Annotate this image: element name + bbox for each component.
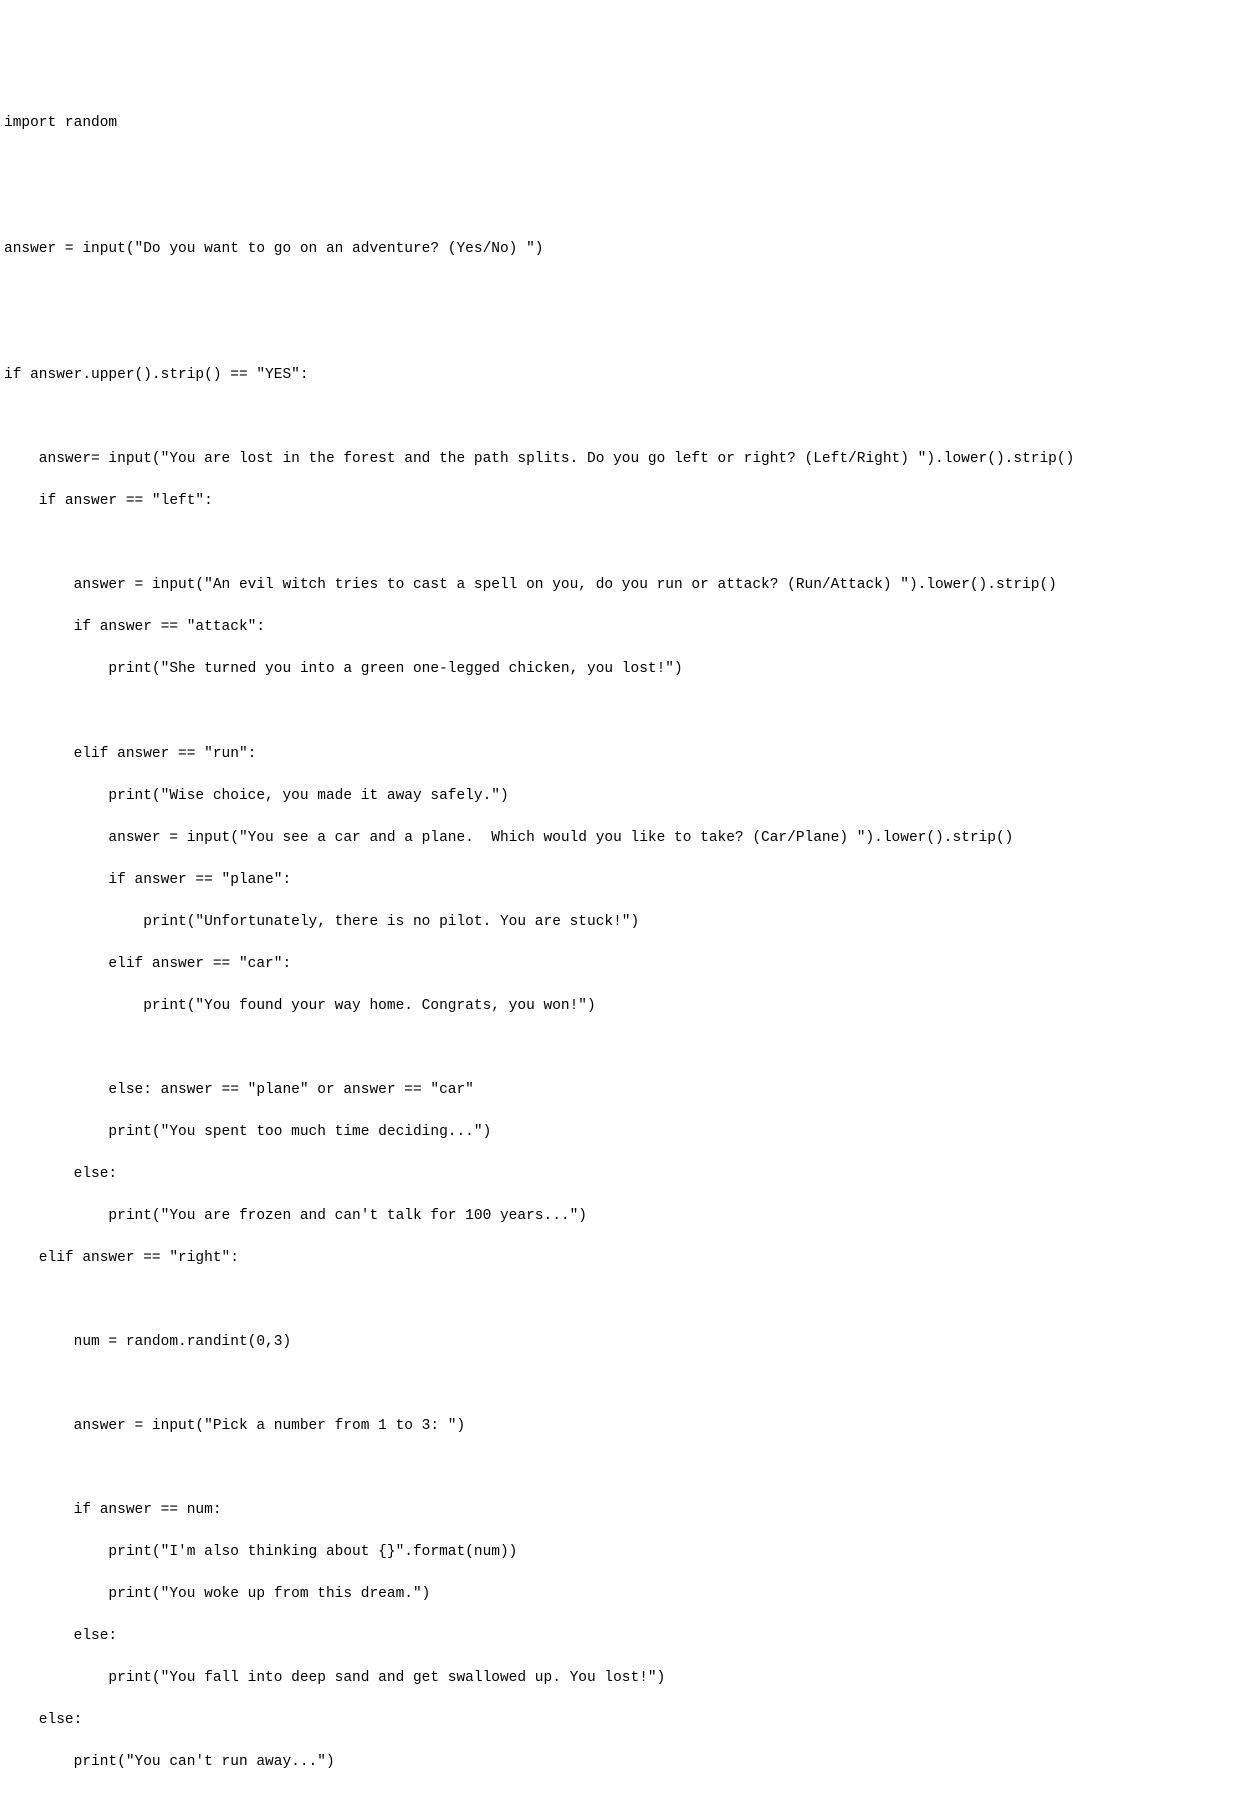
- code-line: print("You spent too much time deciding.…: [4, 1122, 1237, 1143]
- code-line: print("I'm also thinking about {}".forma…: [4, 1542, 1237, 1563]
- code-line: answer = input("You see a car and a plan…: [4, 828, 1237, 849]
- code-line: else:: [4, 1164, 1237, 1185]
- code-line: print("Unfortunately, there is no pilot.…: [4, 912, 1237, 933]
- code-line: [4, 197, 1237, 218]
- code-line: if answer == "left":: [4, 491, 1237, 512]
- code-line: import random: [4, 113, 1237, 134]
- code-line: print("You can't run away..."): [4, 1752, 1237, 1773]
- code-line: if answer == num:: [4, 1500, 1237, 1521]
- code-line: else: answer == "plane" or answer == "ca…: [4, 1080, 1237, 1101]
- code-line: [4, 323, 1237, 344]
- code-line: else:: [4, 1626, 1237, 1647]
- code-line: [4, 1374, 1237, 1395]
- code-line: print("You are frozen and can't talk for…: [4, 1206, 1237, 1227]
- code-block: import random answer = input("Do you wan…: [4, 92, 1237, 1794]
- code-line: elif answer == "car":: [4, 954, 1237, 975]
- code-line: if answer == "attack":: [4, 617, 1237, 638]
- code-line: if answer == "plane":: [4, 870, 1237, 891]
- code-line: print("You fall into deep sand and get s…: [4, 1668, 1237, 1689]
- code-line: [4, 155, 1237, 176]
- code-line: print("Wise choice, you made it away saf…: [4, 786, 1237, 807]
- code-line: answer= input("You are lost in the fores…: [4, 449, 1237, 470]
- code-line: elif answer == "right":: [4, 1248, 1237, 1269]
- code-line: print("She turned you into a green one-l…: [4, 659, 1237, 680]
- code-line: elif answer == "run":: [4, 744, 1237, 765]
- code-line: [4, 281, 1237, 302]
- code-line: [4, 702, 1237, 723]
- code-line: if answer.upper().strip() == "YES":: [4, 365, 1237, 386]
- code-line: answer = input("An evil witch tries to c…: [4, 575, 1237, 596]
- code-line: print("You woke up from this dream."): [4, 1584, 1237, 1605]
- code-line: [4, 1038, 1237, 1059]
- code-line: answer = input("Do you want to go on an …: [4, 239, 1237, 260]
- code-line: print("You found your way home. Congrats…: [4, 996, 1237, 1017]
- code-line: answer = input("Pick a number from 1 to …: [4, 1416, 1237, 1437]
- code-line: [4, 1458, 1237, 1479]
- code-line: [4, 407, 1237, 428]
- code-line: num = random.randint(0,3): [4, 1332, 1237, 1353]
- code-line: else:: [4, 1710, 1237, 1731]
- code-line: [4, 533, 1237, 554]
- code-line: [4, 1290, 1237, 1311]
